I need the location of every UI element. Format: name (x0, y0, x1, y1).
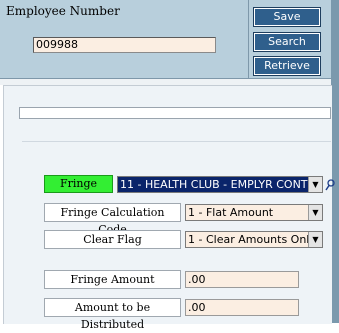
search-icon[interactable] (325, 178, 335, 192)
employee-number-input[interactable]: 009988 (33, 37, 216, 53)
divider (22, 141, 331, 142)
calc-code-label: Fringe Calculation Code (44, 203, 181, 236)
fringe-label: Fringe (44, 175, 113, 193)
save-label: Save (273, 10, 301, 23)
amount-distributed-label: Amount to be Distributed (44, 298, 181, 331)
clear-flag-label: Clear Flag (44, 230, 181, 249)
fringe-amount-input[interactable]: .00 (185, 271, 299, 288)
calc-code-select[interactable]: 1 - Flat Amount ▼ (185, 204, 323, 221)
save-button[interactable]: Save (253, 7, 321, 27)
search-label: Search (268, 35, 306, 48)
fringe-select-value: 11 - HEALTH CLUB - EMPLYR CONT (120, 178, 308, 191)
header-panel: Employee Number 009988 (0, 0, 249, 79)
amount-distributed-input[interactable]: .00 (185, 299, 299, 316)
chevron-down-icon[interactable]: ▼ (308, 205, 322, 220)
fringe-select[interactable]: 11 - HEALTH CLUB - EMPLYR CONT ▼ (117, 176, 323, 193)
scrollbar-track[interactable] (331, 0, 339, 323)
employee-number-label: Employee Number (6, 4, 120, 18)
retrieve-label: Retrieve (264, 59, 310, 72)
chevron-down-icon[interactable]: ▼ (308, 177, 322, 192)
clear-flag-select[interactable]: 1 - Clear Amounts Only ▼ (185, 231, 323, 248)
toolbar: Save Search Retrieve (249, 0, 332, 79)
fringe-amount-label: Fringe Amount (44, 270, 181, 289)
search-button[interactable]: Search (253, 32, 321, 52)
chevron-down-icon[interactable]: ▼ (308, 232, 322, 247)
calc-code-value: 1 - Flat Amount (188, 206, 274, 219)
retrieve-button[interactable]: Retrieve (253, 56, 321, 76)
clear-flag-value: 1 - Clear Amounts Only (188, 233, 316, 246)
panel-header-bar (19, 107, 331, 119)
